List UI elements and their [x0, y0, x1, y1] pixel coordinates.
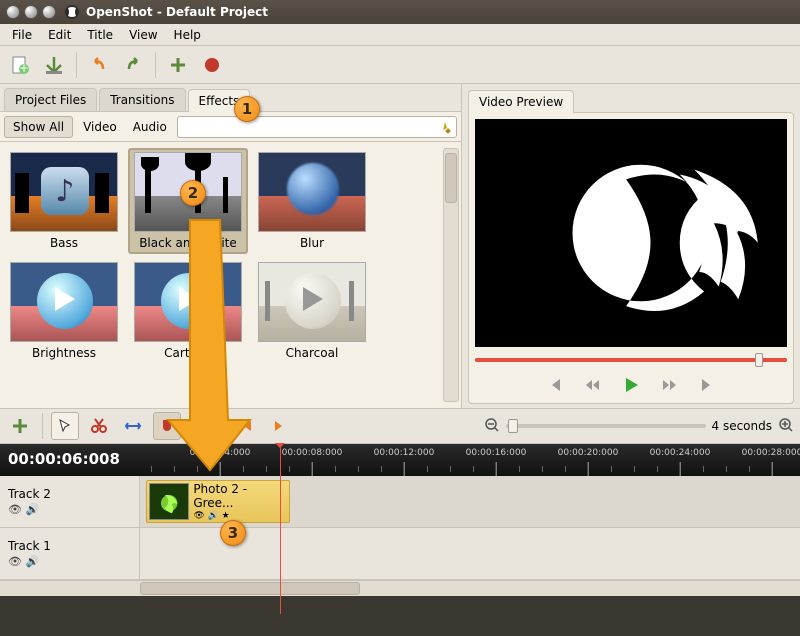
- zoom-in-icon[interactable]: [778, 417, 794, 436]
- window-close-button[interactable]: [6, 5, 20, 19]
- video-preview: [475, 119, 787, 347]
- seek-thumb[interactable]: [755, 353, 763, 367]
- track-header[interactable]: Track 1 👁 🔊: [0, 528, 140, 579]
- timeline-ruler[interactable]: 00:00:06:008 00:00:04:00000:00:08:00000:…: [0, 444, 800, 476]
- track-1: Track 1 👁 🔊: [0, 528, 800, 580]
- clear-search-icon[interactable]: [438, 120, 452, 134]
- track-2: Track 2 👁 🔊 Photo 2 - Gree... 👁 🔊 ★: [0, 476, 800, 528]
- forward-button[interactable]: [655, 371, 683, 399]
- menubar: File Edit Title View Help: [0, 24, 800, 46]
- filter-audio[interactable]: Audio: [127, 117, 173, 137]
- effect-label: Black and White: [139, 236, 237, 250]
- effect-charcoal[interactable]: Charcoal: [252, 258, 372, 364]
- clip-title: Photo 2 - Gree...: [193, 482, 287, 511]
- filter-show-all[interactable]: Show All: [4, 116, 73, 138]
- clip-photo-2[interactable]: Photo 2 - Gree... 👁 🔊 ★: [146, 480, 290, 523]
- track-toggles[interactable]: 👁 🔊: [8, 555, 131, 568]
- preview-pane: Video Preview: [462, 84, 800, 408]
- callout-1: 1: [234, 96, 260, 122]
- effect-label: Brightness: [32, 346, 96, 360]
- play-button[interactable]: [617, 371, 645, 399]
- record-button[interactable]: [198, 51, 226, 79]
- add-track-button[interactable]: [6, 412, 34, 440]
- app-icon: [64, 4, 80, 20]
- tab-video-preview[interactable]: Video Preview: [468, 90, 574, 113]
- svg-text:+: +: [19, 61, 29, 75]
- zoom-label: 4 seconds: [712, 419, 773, 433]
- menu-view[interactable]: View: [121, 26, 165, 44]
- new-project-button[interactable]: +: [6, 51, 34, 79]
- next-marker-button[interactable]: [266, 412, 294, 440]
- add-marker-button[interactable]: [198, 412, 226, 440]
- razor-tool-button[interactable]: [85, 412, 113, 440]
- import-files-button[interactable]: [164, 51, 192, 79]
- window-titlebar: OpenShot - Default Project: [0, 0, 800, 24]
- main-toolbar: +: [0, 46, 800, 84]
- track-toggles[interactable]: 👁 🔊: [8, 503, 131, 516]
- track-name: Track 2: [8, 487, 131, 501]
- menu-help[interactable]: Help: [166, 26, 209, 44]
- effect-label: Charcoal: [286, 346, 339, 360]
- selection-tool-button[interactable]: [51, 412, 79, 440]
- undo-button[interactable]: [85, 51, 113, 79]
- preview-frame-icon: [475, 119, 787, 347]
- timeline-tracks: Track 2 👁 🔊 Photo 2 - Gree... 👁 🔊 ★ Trac…: [0, 476, 800, 596]
- menu-edit[interactable]: Edit: [40, 26, 79, 44]
- timeline-toolbar: 4 seconds: [0, 408, 800, 444]
- seek-bar[interactable]: [475, 351, 787, 369]
- window-title: OpenShot - Default Project: [86, 5, 268, 19]
- effect-label: Bass: [50, 236, 78, 250]
- window-minimize-button[interactable]: [24, 5, 38, 19]
- save-project-button[interactable]: [40, 51, 68, 79]
- effect-bass[interactable]: ♪ Bass: [4, 148, 124, 254]
- assets-pane: Project Files Transitions Effects Show A…: [0, 84, 462, 408]
- zoom-slider[interactable]: [506, 424, 706, 428]
- effects-search-input[interactable]: [177, 116, 457, 138]
- timeline-h-scrollbar[interactable]: [0, 580, 800, 596]
- tab-project-files[interactable]: Project Files: [4, 88, 97, 111]
- menu-file[interactable]: File: [4, 26, 40, 44]
- track-name: Track 1: [8, 539, 131, 553]
- effect-cartoon[interactable]: Cartoon: [128, 258, 248, 364]
- effect-label: Blur: [300, 236, 324, 250]
- effects-filter-row: Show All Video Audio: [0, 112, 461, 142]
- effect-blur[interactable]: Blur: [252, 148, 372, 254]
- skip-end-button[interactable]: [693, 371, 721, 399]
- callout-3: 3: [220, 520, 246, 546]
- effect-brightness[interactable]: Brightness: [4, 258, 124, 364]
- track-body[interactable]: Photo 2 - Gree... 👁 🔊 ★: [140, 476, 800, 527]
- track-header[interactable]: Track 2 👁 🔊: [0, 476, 140, 527]
- snap-tool-button[interactable]: [153, 412, 181, 440]
- redo-button[interactable]: [119, 51, 147, 79]
- effects-gallery: ♪ Bass Black and White: [0, 142, 461, 408]
- asset-tabs: Project Files Transitions Effects: [0, 84, 461, 112]
- transport-controls: [475, 373, 787, 397]
- effect-label: Cartoon: [164, 346, 212, 360]
- skip-start-button[interactable]: [541, 371, 569, 399]
- tab-transitions[interactable]: Transitions: [99, 88, 185, 111]
- prev-marker-button[interactable]: [232, 412, 260, 440]
- current-time: 00:00:06:008: [8, 450, 120, 468]
- rewind-button[interactable]: [579, 371, 607, 399]
- resize-tool-button[interactable]: [119, 412, 147, 440]
- playhead[interactable]: [280, 444, 281, 614]
- clip-icons: 👁 🔊 ★: [193, 511, 287, 522]
- callout-2: 2: [180, 180, 206, 206]
- filter-video[interactable]: Video: [77, 117, 123, 137]
- zoom-out-icon[interactable]: [484, 417, 500, 436]
- menu-title[interactable]: Title: [79, 26, 121, 44]
- gallery-scrollbar[interactable]: [443, 148, 459, 402]
- window-maximize-button[interactable]: [42, 5, 56, 19]
